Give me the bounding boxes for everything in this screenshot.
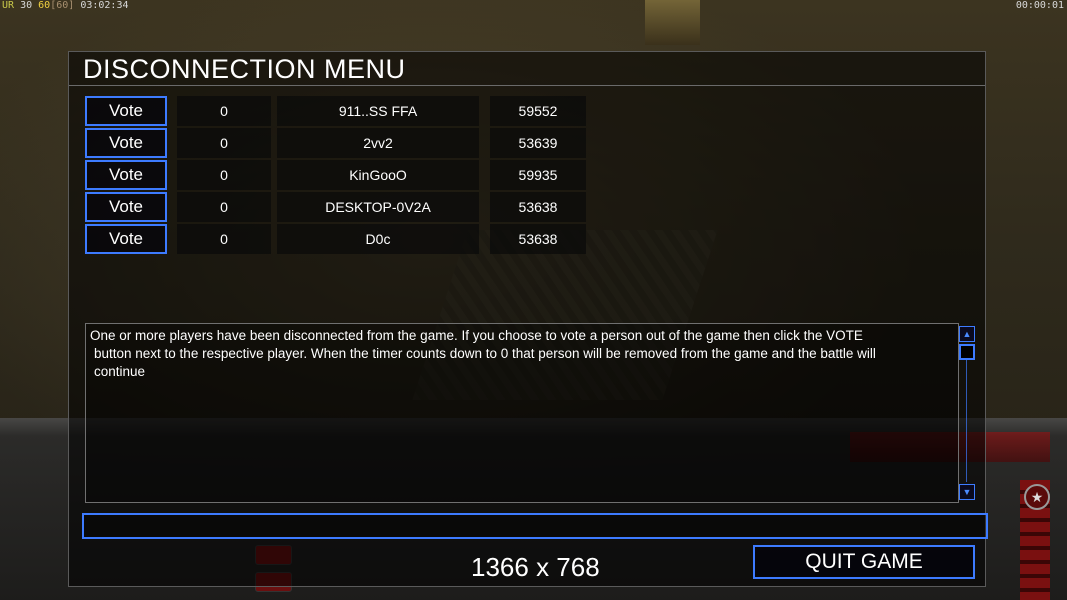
message-line: button next to the respective player. Wh… (94, 346, 876, 361)
game-clock: 03:02:34 (80, 0, 129, 11)
vote-button[interactable]: Vote (85, 160, 167, 190)
disconnection-dialog: DISCONNECTION MENU Vote 0 911..SS FFA 59… (68, 51, 988, 587)
vote-count: 0 (177, 160, 271, 190)
dialog-title: DISCONNECTION MENU (83, 54, 406, 84)
player-name: 2vv2 (277, 128, 479, 158)
player-ping: 53638 (490, 192, 586, 222)
resolution-label: 1366 x 768 (471, 552, 600, 582)
title-divider (69, 85, 985, 86)
player-name: 911..SS FFA (277, 96, 479, 126)
message-text: One or more players have been disconnect… (90, 327, 950, 381)
fps-value: 60 (38, 0, 51, 11)
star-icon: ★ (1024, 484, 1050, 510)
vote-count: 0 (177, 192, 271, 222)
scroll-track (966, 360, 967, 482)
message-box: One or more players have been disconnect… (85, 323, 959, 503)
scroll-thumb[interactable] (959, 344, 975, 360)
player-ping: 59935 (490, 160, 586, 190)
player-name: DESKTOP-0V2A (277, 192, 479, 222)
ur-value: 30 (20, 0, 33, 11)
message-scrollbar[interactable]: ▲ ▼ (959, 324, 975, 500)
fps-cap: [60] (50, 0, 75, 11)
vote-count: 0 (177, 224, 271, 254)
message-line: One or more players have been disconnect… (90, 328, 863, 343)
vote-count: 0 (177, 128, 271, 158)
chat-input[interactable] (82, 513, 988, 539)
vote-count: 0 (177, 96, 271, 126)
scroll-down-icon[interactable]: ▼ (959, 484, 975, 500)
scroll-up-icon[interactable]: ▲ (959, 326, 975, 342)
vote-button[interactable]: Vote (85, 224, 167, 254)
player-name: D0c (277, 224, 479, 254)
player-ping: 59552 (490, 96, 586, 126)
vote-button[interactable]: Vote (85, 96, 167, 126)
player-ping: 53638 (490, 224, 586, 254)
player-name: KinGooO (277, 160, 479, 190)
message-line: continue (94, 364, 146, 379)
vote-button[interactable]: Vote (85, 128, 167, 158)
quit-game-button[interactable]: QUIT GAME (753, 545, 975, 579)
ur-label: UR (2, 0, 15, 11)
player-ping: 53639 (490, 128, 586, 158)
vote-button[interactable]: Vote (85, 192, 167, 222)
performance-readout: UR 30 60[60] 03:02:34 (2, 0, 129, 12)
match-timer: 00:00:01 (1015, 0, 1064, 11)
game-building (645, 0, 700, 45)
